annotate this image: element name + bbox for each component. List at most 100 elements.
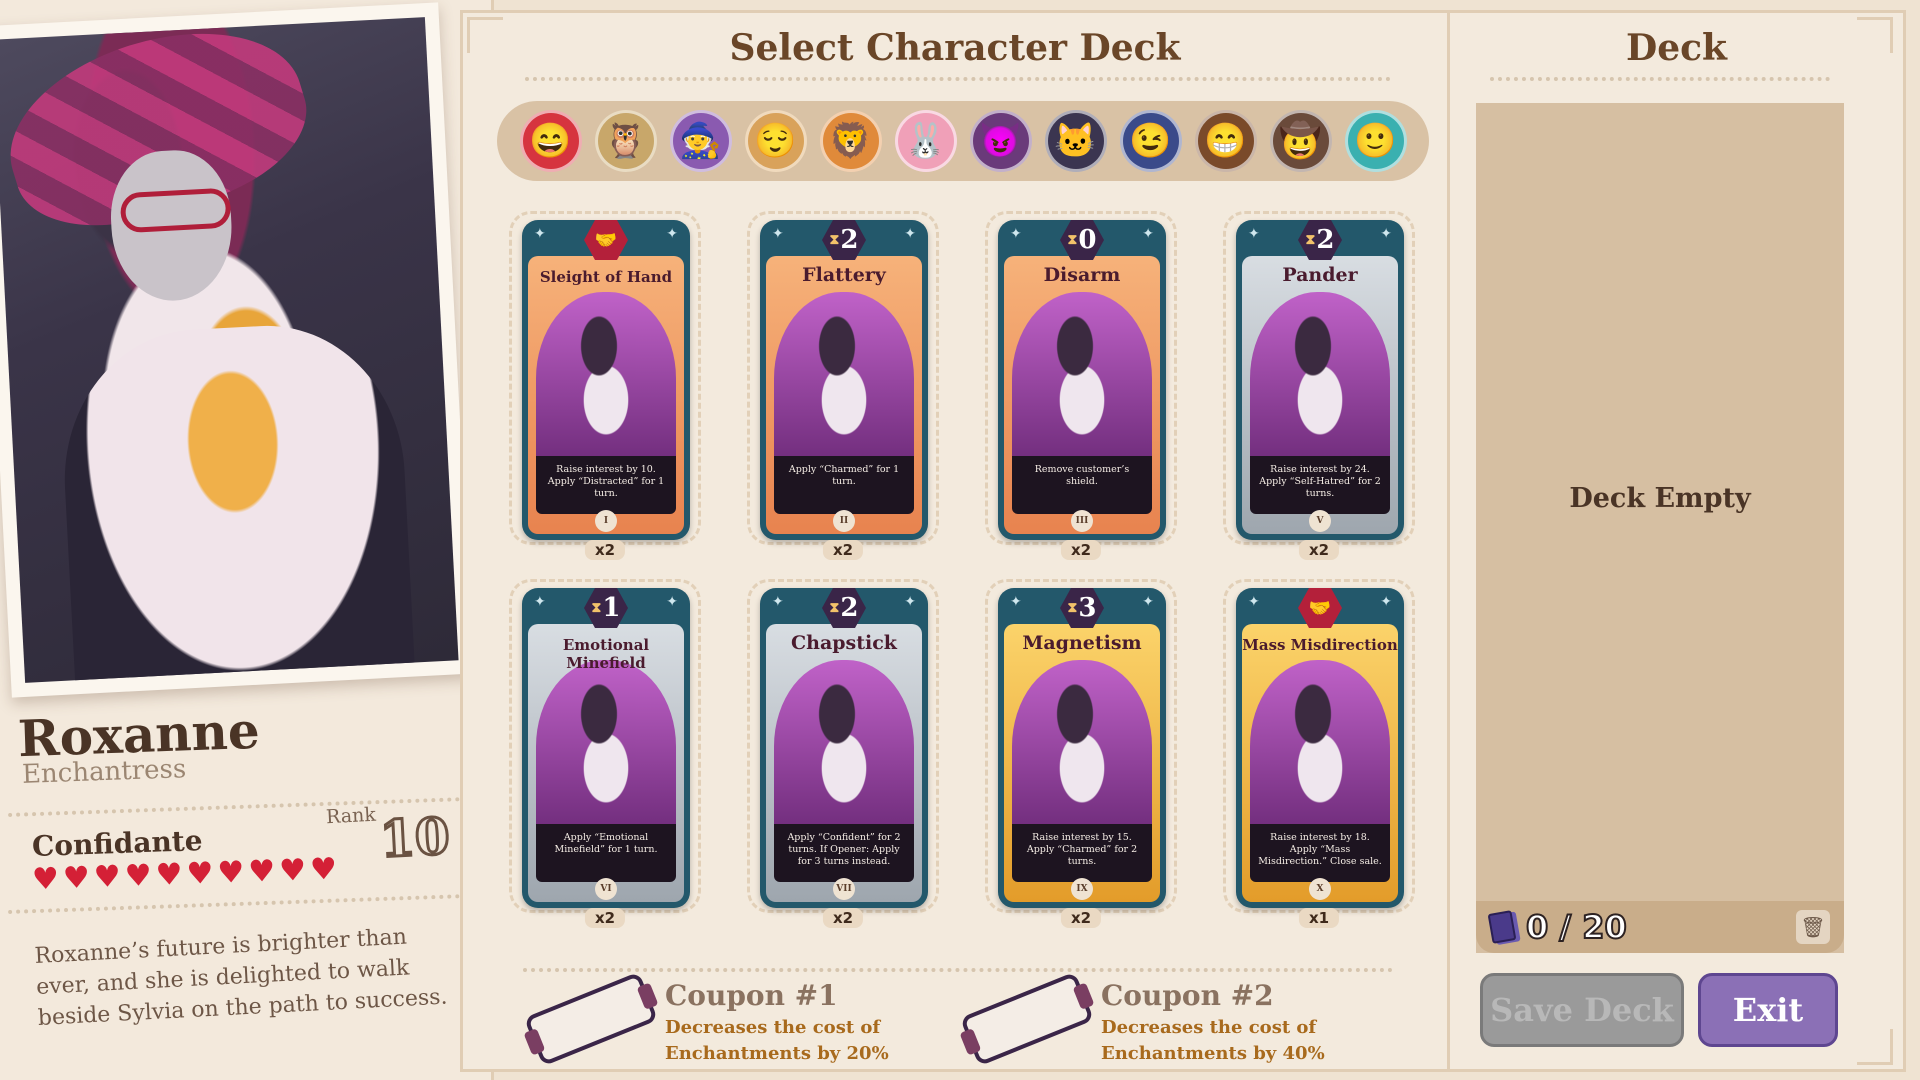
deck-selection-panel: Select Character Deck 😄 🦉 🧙 😌 🦁 🐰 😈 🐱 😉 😁 🤠 🙂 ✦ ✦ 🤝… [460,10,1450,1072]
card-artwork [1012,660,1152,840]
card[interactable]: ✦ ✦ ⧗ 0 Disarm Remove customer’s shield. … [998,220,1166,540]
card-count: x2 [584,540,626,560]
heart-icon: ♥ [309,851,338,888]
card-slot[interactable]: ✦ ✦ ⧗ 2 Flattery Apply “Charmed” for 1 tu… [747,211,939,560]
card-slot[interactable]: ✦ ✦ ⧗ 1 Emotional Minefield Apply “Emotio… [509,579,701,928]
card-numeral: I [595,510,617,532]
card-artwork [1250,660,1390,840]
card-count: x2 [822,908,864,928]
card-count: x2 [822,540,864,560]
card[interactable]: ✦ ✦ 🤝 Mass Misdirection Raise interest b… [1236,588,1404,908]
blue-haired-character-icon[interactable]: 😉 [1119,110,1182,172]
card-cost: 2 [840,593,859,623]
card-description: Raise interest by 10. Apply “Distracted”… [536,456,676,514]
deck-panel: Deck Deck Empty 0 / 20 🗑 Save Deck Exit [1450,10,1906,1072]
save-deck-button[interactable]: Save Deck [1480,973,1684,1047]
card[interactable]: ✦ ✦ 🤝 Sleight of Hand Raise interest by … [522,220,690,540]
coupon-description: Decreases the cost of Enchantments by 40… [1101,1017,1325,1064]
rank-value: 10 [377,805,453,871]
hourglass-icon: ⧗ [829,600,840,616]
card-title: Sleight of Hand [539,268,673,286]
hat-character-icon[interactable]: 🤠 [1269,110,1332,172]
card-cost-badge: ⧗ 2 [822,220,866,260]
deck-empty-label: Deck Empty [1569,483,1751,514]
deck-title: Deck [1626,27,1727,69]
sparkle-icon: ✦ [534,226,546,242]
handshake-icon: 🤝 [584,220,628,260]
teal-haired-character-icon[interactable]: 🙂 [1344,110,1407,172]
sparkle-icon: ✦ [772,594,784,610]
hourglass-icon: ⧗ [1067,232,1078,248]
card-artwork [536,660,676,840]
card-artwork [774,292,914,472]
heart-icon: ♥ [278,852,307,889]
witch-character-icon[interactable]: 🧙 [669,110,732,172]
card[interactable]: ✦ ✦ ⧗ 2 Pander Raise interest by 24. Appl… [1236,220,1404,540]
bearded-character-icon[interactable]: 😁 [1194,110,1257,172]
card-description: Raise interest by 15. Apply “Charmed” fo… [1012,824,1152,882]
card-cost-badge: ⧗ 2 [1298,220,1342,260]
sparkle-icon: ✦ [1142,226,1154,242]
coupon-description: Decreases the cost of Enchantments by 20… [665,1017,889,1064]
card-cost: 0 [1078,225,1097,255]
card-cost: 2 [840,225,859,255]
card-grid: ✦ ✦ 🤝 Sleight of Hand Raise interest by … [509,211,1415,928]
sparkle-icon: ✦ [1010,226,1022,242]
card-artwork [536,292,676,472]
coupon-1[interactable]: Coupon #1 Decreases the cost of Enchantm… [523,971,969,1067]
sparkle-icon: ✦ [772,226,784,242]
card-title: Disarm [1043,264,1121,286]
deck-list-area[interactable]: Deck Empty [1476,103,1844,953]
card-slot[interactable]: ✦ ✦ ⧗ 2 Chapstick Apply “Confident” for 2… [747,579,939,928]
card-slot[interactable]: ✦ ✦ ⧗ 0 Disarm Remove customer’s shield. … [985,211,1177,560]
red-haired-character-icon[interactable]: 😄 [519,110,582,172]
pink-creature-icon[interactable]: 🐰 [894,110,957,172]
card-numeral: X [1309,878,1331,900]
owl-character-icon[interactable]: 🦉 [594,110,657,172]
card[interactable]: ✦ ✦ ⧗ 2 Chapstick Apply “Confident” for 2… [760,588,928,908]
card-count: x2 [584,908,626,928]
heart-icon: ♥ [31,861,60,898]
card[interactable]: ✦ ✦ ⧗ 2 Flattery Apply “Charmed” for 1 tu… [760,220,928,540]
card-slot[interactable]: ✦ ✦ 🤝 Mass Misdirection Raise interest b… [1223,579,1415,928]
card-cost-badge: ⧗ 2 [822,588,866,628]
character-portrait-frame [0,2,474,698]
trash-icon[interactable]: 🗑 [1796,910,1830,944]
card[interactable]: ✦ ✦ ⧗ 1 Emotional Minefield Apply “Emotio… [522,588,690,908]
card-numeral: VI [595,878,617,900]
heart-icon: ♥ [155,857,184,893]
heart-icon: ♥ [124,858,153,895]
cards-icon [1487,910,1517,944]
sparkle-icon: ✦ [1142,594,1154,610]
card-count: x2 [1060,908,1102,928]
card-title: Chapstick [791,632,897,654]
card[interactable]: ✦ ✦ ⧗ 3 Magnetism Raise interest by 15. A… [998,588,1166,908]
character-selector-bar: 😄 🦉 🧙 😌 🦁 🐰 😈 🐱 😉 😁 🤠 🙂 [497,101,1429,181]
card-cost-badge: ⧗ 1 [584,588,628,628]
coupon-2[interactable]: Coupon #2 Decreases the cost of Enchantm… [959,971,1405,1067]
card-cost: 3 [1078,593,1097,623]
character-class: Enchantress [21,754,187,790]
card-slot[interactable]: ✦ ✦ ⧗ 2 Pander Raise interest by 24. Appl… [1223,211,1415,560]
character-panel: Roxanne Enchantress Rank 10 Confidante ♥… [0,0,494,1080]
heart-icon: ♥ [185,856,215,892]
card-slot[interactable]: ✦ ✦ ⧗ 3 Magnetism Raise interest by 15. A… [985,579,1177,928]
divider [8,893,468,915]
card-cost-badge: ⧗ 3 [1060,588,1104,628]
cat-duo-icon[interactable]: 🐱 [1044,110,1107,172]
divider [523,968,1393,972]
coupon-title: Coupon #2 [1101,979,1274,1012]
card-count: x2 [1298,540,1340,560]
card-cost: 2 [1316,225,1335,255]
card-title: Magnetism [1022,632,1142,654]
deck-card-count: 0 / 20 [1525,907,1628,947]
bun-character-icon[interactable]: 😌 [744,110,807,172]
lion-character-icon[interactable]: 🦁 [819,110,882,172]
card-numeral: V [1309,510,1331,532]
exit-button[interactable]: Exit [1698,973,1838,1047]
rank-label: Rank [325,803,377,829]
character-portrait [0,17,459,683]
purple-witch-icon[interactable]: 😈 [969,110,1032,172]
card-slot[interactable]: ✦ ✦ 🤝 Sleight of Hand Raise interest by … [509,211,701,560]
card-numeral: II [833,510,855,532]
